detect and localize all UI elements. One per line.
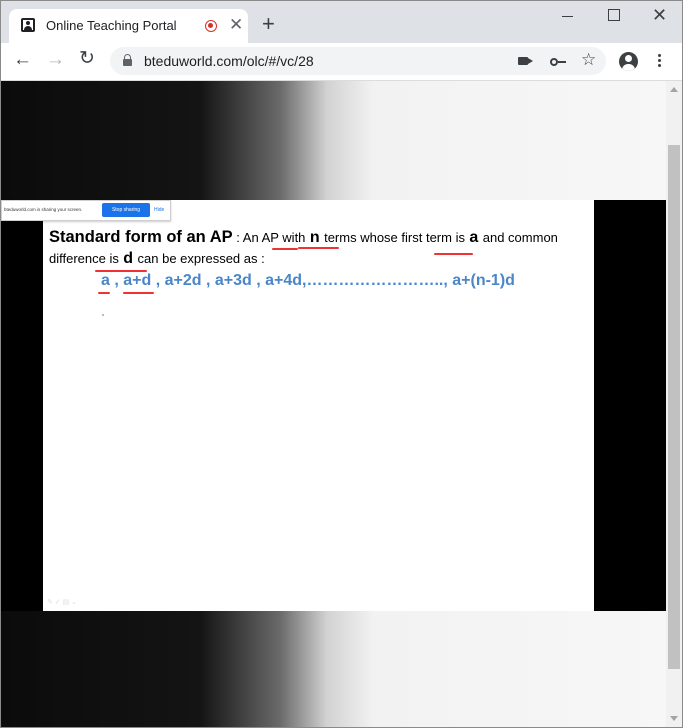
slide-line-1: Standard form of an AP : An AP with n te… bbox=[49, 228, 558, 247]
close-icon[interactable]: ✕ bbox=[229, 15, 243, 35]
menu-icon[interactable] bbox=[658, 54, 661, 57]
lesson-slide: Standard form of an AP : An AP with n te… bbox=[43, 200, 594, 611]
reload-icon[interactable]: ↻ bbox=[79, 48, 95, 70]
annotation-underline bbox=[434, 253, 473, 255]
browser-tab[interactable]: Online Teaching Portal ✕ bbox=[9, 9, 248, 43]
star-icon[interactable]: ☆ bbox=[581, 50, 596, 70]
vertical-scrollbar[interactable] bbox=[666, 81, 682, 727]
slide-text: : An AP bbox=[232, 230, 283, 245]
formula-separator: , bbox=[109, 272, 124, 289]
slide-text: with bbox=[282, 230, 306, 245]
ap-formula: a , a+d , a+2d , a+3d , a+4d,……………………..,… bbox=[101, 272, 515, 290]
lock-icon[interactable] bbox=[123, 54, 132, 66]
variable-d: d bbox=[118, 250, 138, 267]
new-tab-icon[interactable]: + bbox=[262, 13, 275, 35]
slide-text: and common bbox=[482, 230, 558, 245]
slide-line-2: difference is d can be expressed as : bbox=[49, 250, 265, 268]
tab-strip: Online Teaching Portal ✕ + ✕ bbox=[1, 1, 682, 43]
portal-favicon-icon bbox=[21, 18, 35, 32]
slide-text: whose first bbox=[356, 230, 426, 245]
pen-dot bbox=[102, 314, 104, 316]
slide-heading: Standard form of an AP bbox=[49, 228, 233, 246]
minimize-icon[interactable] bbox=[562, 11, 574, 23]
formula-term-a-plus-d: a+d bbox=[123, 272, 152, 289]
annotation-underline bbox=[272, 248, 298, 250]
slide-text: term is bbox=[425, 230, 465, 245]
variable-n: n bbox=[305, 229, 325, 246]
formula-rest: , a+2d , a+3d , a+4d,…………………….., a+(n-1)… bbox=[151, 272, 515, 289]
url-text[interactable]: bteduworld.com/olc/#/vc/28 bbox=[144, 53, 314, 69]
scroll-thumb[interactable] bbox=[668, 145, 680, 669]
back-icon[interactable]: ← bbox=[13, 49, 32, 71]
browser-toolbar: ← → ↻ bteduworld.com/olc/#/vc/28 ☆ bbox=[1, 43, 682, 81]
browser-window: Online Teaching Portal ✕ + ✕ ← → ↻ btedu… bbox=[0, 0, 683, 728]
address-bar[interactable]: bteduworld.com/olc/#/vc/28 ☆ bbox=[110, 47, 606, 75]
annotation-underline bbox=[298, 247, 339, 249]
annotation-underline bbox=[98, 292, 110, 294]
variable-a: a bbox=[464, 229, 483, 246]
profile-icon[interactable] bbox=[619, 52, 638, 71]
window-close-icon[interactable]: ✕ bbox=[652, 5, 667, 25]
key-icon[interactable] bbox=[550, 58, 566, 66]
slide-text: terms bbox=[324, 230, 357, 245]
slide-text: difference is bbox=[49, 251, 119, 266]
camera-icon[interactable] bbox=[518, 57, 533, 65]
recording-icon bbox=[205, 20, 217, 32]
slide-text: can be expressed as : bbox=[137, 251, 265, 266]
scroll-down-icon[interactable] bbox=[670, 716, 678, 721]
page-viewport: Standard form of an AP : An AP with n te… bbox=[1, 81, 666, 727]
pen-toolbar[interactable]: ✎ ✓ ▤ ⌄ bbox=[47, 598, 77, 606]
scroll-up-icon[interactable] bbox=[670, 87, 678, 92]
maximize-icon[interactable] bbox=[608, 9, 620, 21]
forward-icon[interactable]: → bbox=[46, 49, 65, 71]
annotation-underline bbox=[123, 292, 154, 294]
tab-title: Online Teaching Portal bbox=[46, 18, 177, 33]
screen-share-bar: bteduworld.com is sharing your screen. S… bbox=[1, 200, 171, 221]
stop-sharing-button[interactable]: Stop sharing bbox=[102, 203, 150, 217]
hide-button[interactable]: Hide bbox=[154, 207, 164, 213]
formula-term-a: a bbox=[101, 272, 110, 289]
shared-screen: Standard form of an AP : An AP with n te… bbox=[1, 200, 666, 611]
share-message: bteduworld.com is sharing your screen. bbox=[4, 207, 83, 212]
annotation-underline bbox=[95, 270, 147, 272]
